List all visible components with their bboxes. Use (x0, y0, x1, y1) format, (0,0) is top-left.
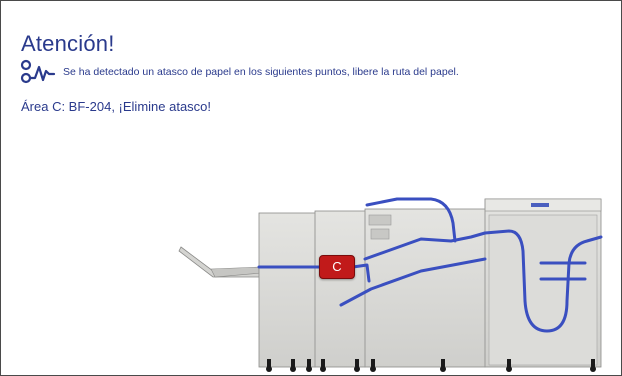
printer-diagram (178, 197, 603, 372)
finisher-module (258, 212, 316, 368)
stacker-module (314, 210, 366, 368)
jam-alert-dialog: Atención! Se ha detectado un atasco de p… (0, 0, 622, 376)
bypass-module (364, 208, 486, 368)
output-tray (178, 246, 262, 278)
engine-module (484, 198, 602, 368)
jam-area-c-badge[interactable]: C (319, 255, 355, 279)
